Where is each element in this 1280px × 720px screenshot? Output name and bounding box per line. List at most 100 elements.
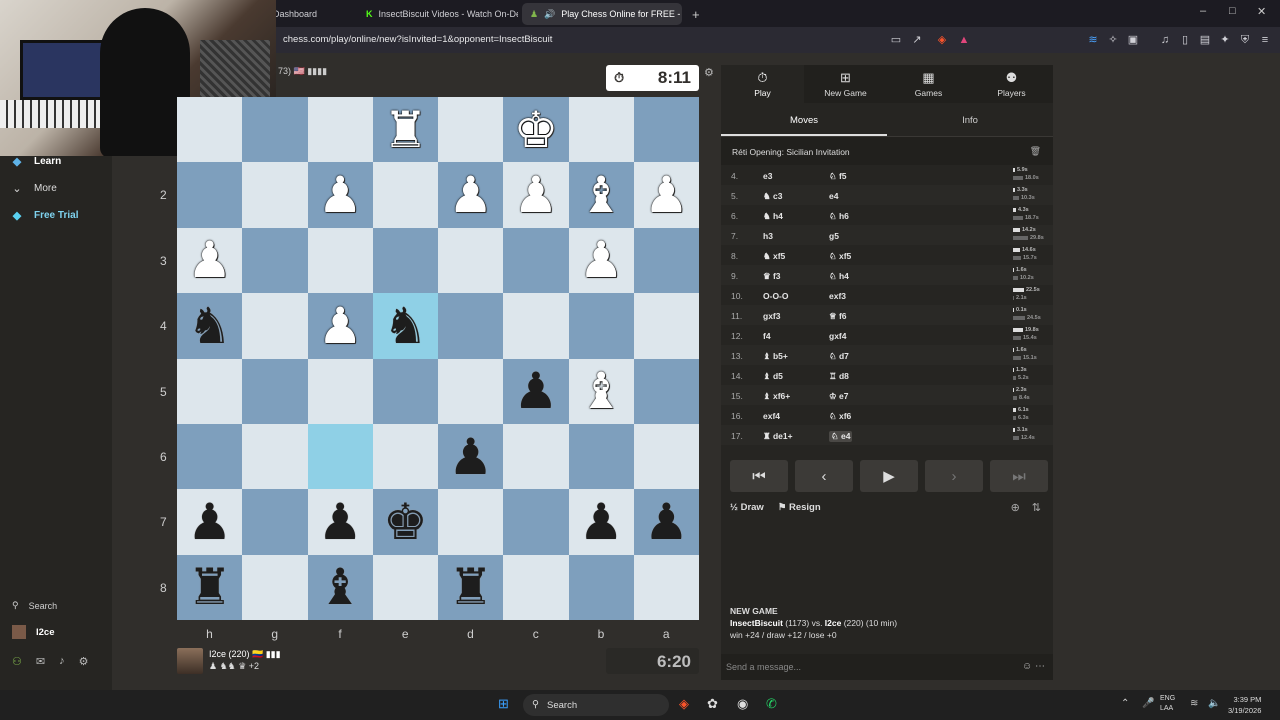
player-avatar[interactable] [177,648,203,674]
black-pawn-icon[interactable]: ♟ [513,366,558,416]
white-move[interactable]: h3 [763,231,773,241]
black-player-name[interactable]: I2ce [825,618,842,628]
board-square[interactable] [372,358,438,424]
board-square[interactable] [307,227,373,294]
extensions-icon[interactable]: ✧ [1106,33,1120,47]
board-square[interactable]: ♝ [568,358,634,424]
board-square[interactable] [242,162,308,228]
board-square[interactable] [307,423,373,490]
chevron-up-icon[interactable]: ⌃ [1121,698,1129,709]
black-move[interactable]: g5 [829,231,839,241]
first-move-button[interactable]: ⏮ [730,460,788,492]
board-square[interactable] [633,358,699,424]
board-square[interactable]: ♜ [372,97,438,163]
black-bishop-icon[interactable]: ♝ [318,562,363,612]
board-square[interactable] [372,554,438,620]
sidebar-search[interactable]: ⚲ Search [12,600,57,611]
board-square[interactable] [633,554,699,620]
board-square[interactable] [372,227,438,294]
board-square[interactable] [242,554,308,620]
bell-icon[interactable]: ♪ [59,655,65,668]
white-move[interactable]: gxf3 [763,311,780,321]
board-square[interactable] [242,293,308,359]
white-move[interactable]: f4 [763,331,771,341]
white-move[interactable]: ♝ d5 [763,371,783,382]
screenshot-icon[interactable]: ▭ [889,33,903,47]
black-move[interactable]: ♘ d7 [829,351,849,362]
black-move[interactable]: ♔ e7 [829,391,848,402]
new-tab-button[interactable]: + [684,3,704,25]
black-move[interactable]: ♘ h6 [829,211,849,222]
tab-info[interactable]: Info [887,103,1053,136]
board-square[interactable] [503,423,569,490]
tab-dashboard[interactable]: Dashboard [265,3,355,25]
white-move[interactable]: ♝ b5+ [763,351,788,362]
board-square[interactable] [503,227,569,294]
board-square[interactable]: ♟ [568,489,634,555]
white-move[interactable]: ♞ xf5 [763,251,785,262]
trash-icon[interactable]: 🗑 [1030,146,1041,157]
tab-new-game[interactable]: ⊞ New Game [804,65,887,103]
black-move[interactable]: ♘ h4 [829,271,849,282]
board-square[interactable]: ♜ [177,554,243,620]
board-square[interactable] [177,97,243,163]
black-knight-icon[interactable]: ♞ [383,301,428,351]
system-clock[interactable]: 3:39 PM 3/19/2026 [1228,694,1261,716]
board-square[interactable] [307,358,373,424]
more-icon[interactable]: ⋯ [1035,661,1045,672]
black-rook-icon[interactable]: ♜ [448,562,493,612]
board-square[interactable] [177,423,243,490]
volume-icon[interactable]: 🔈 [1208,698,1220,709]
white-pawn-icon[interactable]: ♟ [318,301,363,351]
tab-insectbiscuit-videos[interactable]: K InsectBiscuit Videos - Watch On-Dem [358,3,518,25]
board-square[interactable] [438,293,504,359]
black-move[interactable]: ♖ d8 [829,371,849,382]
mic-icon[interactable]: 🎤 [1142,698,1154,709]
black-pawn-icon[interactable]: ♟ [579,497,624,547]
taskbar-search[interactable]: ⚲ Search [523,694,669,716]
close-window-icon[interactable]: ✕ [1257,5,1266,18]
white-move[interactable]: ♜ de1+ [763,431,793,442]
white-bishop-icon[interactable]: ♝ [579,366,624,416]
white-rook-icon[interactable]: ♜ [383,105,428,155]
board-square[interactable]: ♟ [568,227,634,294]
wallet-icon[interactable]: ▣ [1126,33,1140,47]
board-square[interactable] [242,489,308,555]
whatsapp-icon[interactable]: ✆ [766,696,777,712]
obs-icon[interactable]: ◉ [737,696,748,712]
share-icon[interactable]: ↗ [910,33,924,47]
chat-input[interactable]: Send a message... ☺ ⋯ [721,654,1053,680]
vpn-icon[interactable]: ⛨ [1238,33,1252,47]
brave-shield-icon[interactable]: ◈ [935,33,949,47]
chatgpt-icon[interactable]: ✿ [707,696,718,712]
sidebar-item-more[interactable]: ⌄ More [10,182,56,195]
next-move-button[interactable]: › [925,460,983,492]
menu-icon[interactable]: ≡ [1258,33,1272,47]
board-square[interactable]: ♟ [177,489,243,555]
wifi-icon[interactable]: ≋ [1086,33,1100,47]
url-field[interactable]: chess.com/play/online/new?isInvited=1&op… [283,34,552,45]
black-knight-icon[interactable]: ♞ [187,301,232,351]
chess-board[interactable]: ♜ ♚ ♟ ♟ ♟ ♝ ♟ ♟ ♟ ♞ ♟ ♞ ♟ ♝ ♟ ♟ ♟ ♚ ♟ ♟ ♜ ♝ ♜ [177,97,699,620]
emoji-icon[interactable]: ☺ [1022,661,1032,672]
white-move[interactable]: ♝ xf6+ [763,391,790,402]
windows-start-icon[interactable]: ⊞ [498,696,509,712]
black-move[interactable]: ♘ e4 [829,431,853,442]
wallet2-icon[interactable]: ▤ [1198,33,1212,47]
white-pawn-icon[interactable]: ♟ [513,170,558,220]
black-move[interactable]: e4 [829,191,838,201]
board-square[interactable]: ♟ [633,489,699,555]
board-square[interactable]: ♟ [503,358,569,424]
board-square[interactable]: ♟ [177,227,243,294]
language-indicator[interactable]: ENG LAA [1160,694,1175,714]
board-square[interactable]: ♞ [372,293,438,359]
sidebar-user[interactable]: I2ce [12,625,55,639]
board-square[interactable]: ♟ [307,489,373,555]
board-square[interactable]: ♝ [568,162,634,228]
white-move[interactable]: exf4 [763,411,780,421]
white-pawn-icon[interactable]: ♟ [579,235,624,285]
black-pawn-icon[interactable]: ♟ [644,497,689,547]
board-square[interactable] [438,227,504,294]
white-move[interactable]: ♞ c3 [763,191,782,202]
board-square[interactable] [372,162,438,228]
